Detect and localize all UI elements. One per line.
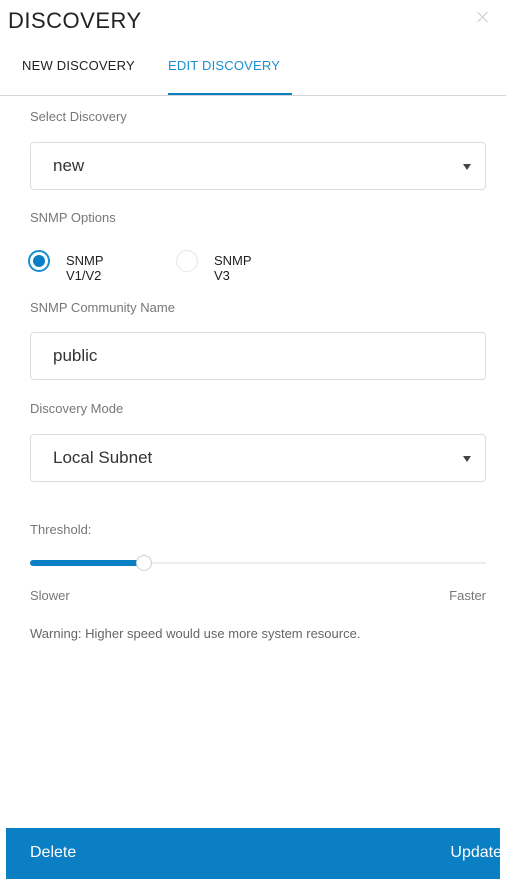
page-title: DISCOVERY xyxy=(8,8,142,33)
delete-button[interactable]: Delete xyxy=(30,844,76,862)
discovery-panel: DISCOVERY NEW DISCOVERY EDIT DISCOVERY S… xyxy=(0,0,506,879)
snmp-v3-label[interactable]: SNMP V3 xyxy=(214,253,251,283)
action-bar: Delete Update xyxy=(6,828,502,879)
snmp-options-label: SNMP Options xyxy=(30,210,116,225)
select-discovery-dropdown[interactable]: new xyxy=(30,142,486,190)
tab-new-discovery[interactable]: NEW DISCOVERY xyxy=(22,58,135,73)
threshold-slider-handle[interactable] xyxy=(136,555,152,571)
community-name-input[interactable] xyxy=(53,346,453,366)
select-discovery-label: Select Discovery xyxy=(30,109,127,124)
tab-divider xyxy=(0,95,506,96)
snmp-v3-radio[interactable] xyxy=(176,250,198,272)
select-discovery-value: new xyxy=(53,156,85,175)
discovery-mode-dropdown[interactable]: Local Subnet xyxy=(30,434,486,482)
threshold-slider-fill xyxy=(30,560,144,566)
slider-min-label: Slower xyxy=(30,588,70,603)
tab-edit-discovery[interactable]: EDIT DISCOVERY xyxy=(168,58,280,73)
chevron-down-icon xyxy=(463,164,471,170)
community-name-label: SNMP Community Name xyxy=(30,300,175,315)
warning-text: Warning: Higher speed would use more sys… xyxy=(30,626,361,641)
snmp-v1v2-radio[interactable] xyxy=(28,250,50,272)
close-icon[interactable] xyxy=(476,10,490,24)
radio-selected-dot xyxy=(33,255,45,267)
community-name-field[interactable] xyxy=(30,332,486,380)
discovery-mode-label: Discovery Mode xyxy=(30,401,124,416)
update-button[interactable]: Update xyxy=(450,844,502,862)
tab-bar: NEW DISCOVERY EDIT DISCOVERY xyxy=(0,54,506,96)
threshold-label: Threshold: xyxy=(30,522,92,537)
chevron-down-icon xyxy=(463,456,471,462)
slider-max-label: Faster xyxy=(449,588,486,603)
discovery-mode-value: Local Subnet xyxy=(53,448,153,467)
snmp-v1v2-label[interactable]: SNMP V1/V2 xyxy=(66,253,103,283)
